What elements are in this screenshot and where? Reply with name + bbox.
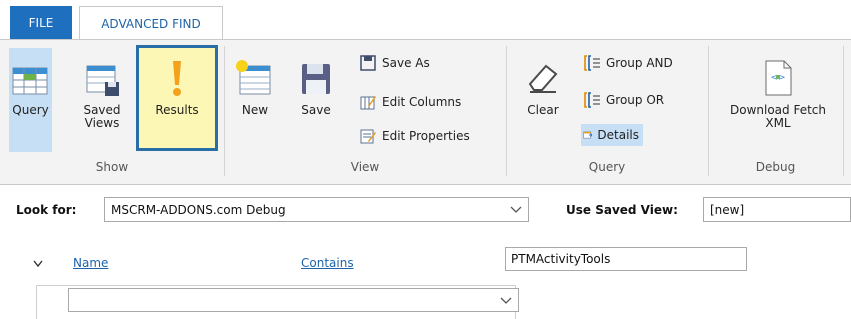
group-separator <box>224 46 225 176</box>
condition-value-text: PTMActivityTools <box>511 252 611 266</box>
details-button[interactable]: Details <box>581 124 643 146</box>
query-button-label: Query <box>12 103 49 117</box>
condition-field-link[interactable]: Name <box>73 256 108 270</box>
save-as-button[interactable]: Save As <box>357 52 434 74</box>
group-separator <box>506 46 507 176</box>
group-and-button[interactable]: Group AND <box>581 52 677 74</box>
edit-properties-icon <box>360 129 376 144</box>
xml-document-icon: <> <box>765 60 792 96</box>
debug-group-label: Debug <box>755 160 796 174</box>
edit-columns-icon <box>360 96 376 110</box>
new-condition-field-dropdown[interactable] <box>68 288 519 312</box>
edit-columns-label: Edit Columns <box>382 95 462 109</box>
group-or-icon <box>584 92 600 108</box>
group-or-button[interactable]: Group OR <box>581 89 668 111</box>
group-separator <box>708 46 709 176</box>
look-for-label: Look for: <box>16 203 77 217</box>
exclamation-icon <box>173 61 181 96</box>
floppy-disk-icon <box>302 64 330 94</box>
new-button-label: New <box>241 103 269 117</box>
condition-operator-link[interactable]: Contains <box>301 256 354 270</box>
look-for-dropdown[interactable]: MSCRM-ADDONS.com Debug <box>104 197 529 222</box>
details-icon <box>583 131 593 139</box>
group-and-icon <box>584 55 600 71</box>
new-view-icon <box>236 60 271 95</box>
results-button-label: Results <box>155 103 199 117</box>
use-saved-view-value: [new] <box>710 203 745 217</box>
edit-properties-label: Edit Properties <box>382 129 470 143</box>
download-fetch-xml-button[interactable]: <> Download Fetch XML <box>714 48 842 152</box>
query-group-label: Query <box>588 160 626 174</box>
group-or-label: Group OR <box>606 93 665 107</box>
group-and-label: Group AND <box>606 56 673 70</box>
results-button[interactable]: Results <box>136 45 218 151</box>
clear-button-label: Clear <box>527 103 559 117</box>
edit-columns-button[interactable]: Edit Columns <box>357 91 465 113</box>
use-saved-view-label: Use Saved View: <box>566 203 678 217</box>
tab-file[interactable]: FILE <box>10 6 72 40</box>
query-grid-icon <box>12 67 47 95</box>
chevron-down-icon <box>510 206 522 213</box>
group-separator <box>843 46 844 176</box>
collapse-chevron-icon[interactable] <box>33 260 43 268</box>
save-as-label: Save As <box>382 56 430 70</box>
use-saved-view-dropdown[interactable]: [new] <box>703 197 851 222</box>
tab-advanced-find[interactable]: ADVANCED FIND <box>79 6 223 40</box>
details-label: Details <box>597 128 639 142</box>
query-button[interactable]: Query <box>9 48 52 152</box>
save-button[interactable]: Save <box>290 48 342 152</box>
save-as-icon <box>360 55 376 71</box>
saved-views-button[interactable]: Saved Views <box>76 48 128 152</box>
show-group-label: Show <box>95 160 129 174</box>
new-button[interactable]: New <box>229 48 281 152</box>
look-for-value: MSCRM-ADDONS.com Debug <box>111 203 286 217</box>
condition-value-input[interactable]: PTMActivityTools <box>505 247 747 271</box>
saved-views-button-label: Saved Views <box>83 103 121 130</box>
edit-properties-button[interactable]: Edit Properties <box>357 125 474 147</box>
view-group-label: View <box>350 160 380 174</box>
save-button-label: Save <box>301 103 331 117</box>
clear-button[interactable]: Clear <box>518 48 568 152</box>
saved-views-icon <box>86 65 119 96</box>
chevron-down-icon <box>500 297 512 304</box>
eraser-icon <box>528 64 558 93</box>
download-fetch-xml-label: Download Fetch XML <box>730 103 826 130</box>
